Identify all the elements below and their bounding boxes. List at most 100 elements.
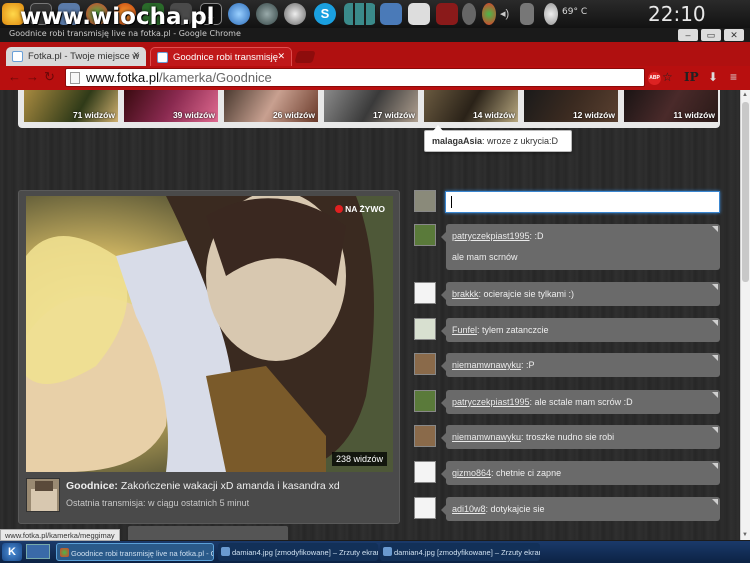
chat-username[interactable]: adi10w8 [452, 504, 486, 514]
tab-label: Goodnice robi transmisję [173, 52, 279, 63]
red-app-icon[interactable] [436, 3, 458, 25]
window-title-bar: Goodnice robi transmisję live na fotka.p… [0, 28, 750, 42]
camera-thumbnails: 71 widzów 39 widzów 26 widzów 17 widzów … [18, 90, 720, 128]
clock: 22:10 [648, 2, 706, 26]
download-icon[interactable]: ⬇ [708, 70, 718, 84]
image-icon [383, 547, 392, 556]
streamer-avatar-photo [27, 479, 59, 511]
chat-text: : ocierajcie sie tylkami :) [478, 289, 575, 299]
thumbnail[interactable]: 39 widzów [124, 90, 218, 122]
minimize-icon[interactable]: – [678, 29, 698, 41]
tab-label: Fotka.pl - Twoje miejsce w [28, 51, 140, 62]
close-tab-icon[interactable]: ✕ [277, 51, 285, 62]
drive-icon[interactable] [408, 3, 430, 25]
thumbnail[interactable]: 26 widzów [224, 90, 318, 122]
fotka-favicon-icon [157, 52, 168, 63]
chat-username[interactable]: gizmo864 [452, 468, 491, 478]
my-avatar [414, 190, 436, 212]
chat-avatar[interactable] [414, 318, 436, 340]
network-icon[interactable] [520, 3, 534, 25]
watermark-logo: www.wiocha.pl [20, 4, 215, 30]
panel-tab [128, 526, 288, 540]
chat-username[interactable]: niemamwnawyku [452, 432, 521, 442]
bookmark-star-icon[interactable]: ☆ [662, 70, 673, 84]
chat-avatar[interactable] [414, 353, 436, 375]
streamer-name[interactable]: Goodnice: [66, 480, 118, 492]
chat-avatar[interactable] [414, 224, 436, 246]
scroll-down-icon[interactable]: ▼ [742, 532, 748, 538]
restore-icon[interactable]: ▭ [701, 29, 721, 41]
tab-goodnice[interactable]: Goodnice robi transmisję ✕ [150, 47, 292, 66]
taskbar-item-screenshot-2[interactable]: damian4.jpg [zmodyfikowane] – Zrzuty ekr… [380, 543, 540, 561]
reload-icon[interactable]: ↻ [44, 69, 55, 85]
task-label: Goodnice robi transmisję live na fotka.p… [71, 549, 213, 558]
chat-username[interactable]: patryczekpiast1995 [452, 231, 530, 241]
scroll-up-icon[interactable]: ▲ [742, 92, 748, 98]
chat-input[interactable] [445, 191, 720, 213]
thumbnail[interactable]: 17 widzów [324, 90, 418, 122]
chat-avatar[interactable] [414, 282, 436, 304]
tooltip-user: malagaAsia [432, 136, 483, 146]
workspace-switcher-icon[interactable] [344, 3, 376, 25]
chat-tooltip: malagaAsia: wroze z ukrycia:D [424, 125, 572, 152]
scrollbar-thumb[interactable] [742, 102, 749, 282]
web-browser-icon[interactable] [228, 3, 250, 25]
steam-icon[interactable] [284, 3, 306, 25]
live-video[interactable]: NA ŻYWO 238 widzów [26, 196, 393, 472]
message-corner [712, 226, 718, 232]
chat-avatar[interactable] [414, 390, 436, 412]
url-host: www.fotka.pl [86, 70, 159, 85]
volume-icon[interactable]: ◂) [500, 3, 514, 25]
chat-avatar[interactable] [414, 497, 436, 519]
chrome-icon [60, 548, 69, 557]
close-icon[interactable]: ✕ [724, 29, 744, 41]
live-label: NA ŻYWO [345, 204, 385, 214]
status-bar-url: www.fotka.pl/kamerka/meggimay [0, 529, 120, 541]
streamer-avatar[interactable] [26, 478, 60, 512]
chrome-tray-icon[interactable] [482, 3, 496, 25]
menu-icon[interactable]: ≡ [730, 70, 737, 84]
close-tab-icon[interactable]: ✕ [132, 50, 140, 61]
chat-username[interactable]: patryczekpiast1995 [452, 397, 530, 407]
chat-text: : chetnie ci zapne [491, 468, 562, 478]
forward-icon[interactable]: → [26, 69, 39, 84]
chat-username[interactable]: brakkk [452, 289, 479, 299]
tab-fotka[interactable]: Fotka.pl - Twoje miejsce w ✕ [6, 47, 146, 66]
desktop-top-panel: _ S ◂) 69° C 22:10 www.wiocha.pl [0, 0, 750, 30]
message-tail [441, 361, 446, 371]
thumbnail[interactable]: 12 widzów [524, 90, 618, 122]
adblock-icon[interactable]: ABP [648, 72, 661, 85]
chat-text: : troszke nudno sie robi [521, 432, 615, 442]
message-corner [712, 463, 718, 469]
message-corner [712, 355, 718, 361]
taskbar-item-screenshot-1[interactable]: damian4.jpg [zmodyfikowane] – Zrzuty ekr… [218, 543, 378, 561]
folder-icon[interactable] [380, 3, 402, 25]
thumbnail[interactable]: 71 widzów [24, 90, 118, 122]
address-bar[interactable]: www.fotka.pl/kamerka/Goodnice [65, 68, 645, 87]
chat-message: Funfel: tylem zatanczcie [441, 318, 720, 342]
stream-info: Goodnice: Zakończenie wakacji xD amanda … [26, 478, 393, 518]
page-scrollbar[interactable]: ▲ ▼ [740, 90, 750, 540]
message-corner [712, 427, 718, 433]
message-corner [712, 392, 718, 398]
chat-avatar[interactable] [414, 461, 436, 483]
new-tab-button[interactable] [294, 51, 316, 63]
chat-message: brakkk: ocierajcie sie tylkami :) [441, 282, 720, 306]
taskbar: K Goodnice robi transmisję live na fotka… [0, 541, 750, 563]
show-desktop-icon[interactable] [26, 544, 50, 559]
chat-username[interactable]: niemamwnawyku [452, 360, 521, 370]
thumbnail[interactable]: 11 widzów [624, 90, 718, 122]
webcam-frame [26, 196, 393, 472]
kde-menu-icon[interactable]: K [2, 543, 22, 561]
message-corner [712, 499, 718, 505]
chat-avatar[interactable] [414, 425, 436, 447]
info-icon[interactable] [462, 3, 476, 25]
browser-toolbar: ← → ↻ www.fotka.pl/kamerka/Goodnice ☆ IP… [0, 66, 750, 90]
thumbnail[interactable]: 14 widzów [424, 90, 518, 122]
ip-extension-icon[interactable]: IP [684, 70, 699, 84]
back-icon[interactable]: ← [8, 69, 21, 84]
chat-username[interactable]: Funfel [452, 325, 477, 335]
skype-icon[interactable]: S [314, 3, 336, 25]
taskbar-item-chrome[interactable]: Goodnice robi transmisję live na fotka.p… [56, 543, 214, 561]
audio-player-icon[interactable] [256, 3, 278, 25]
